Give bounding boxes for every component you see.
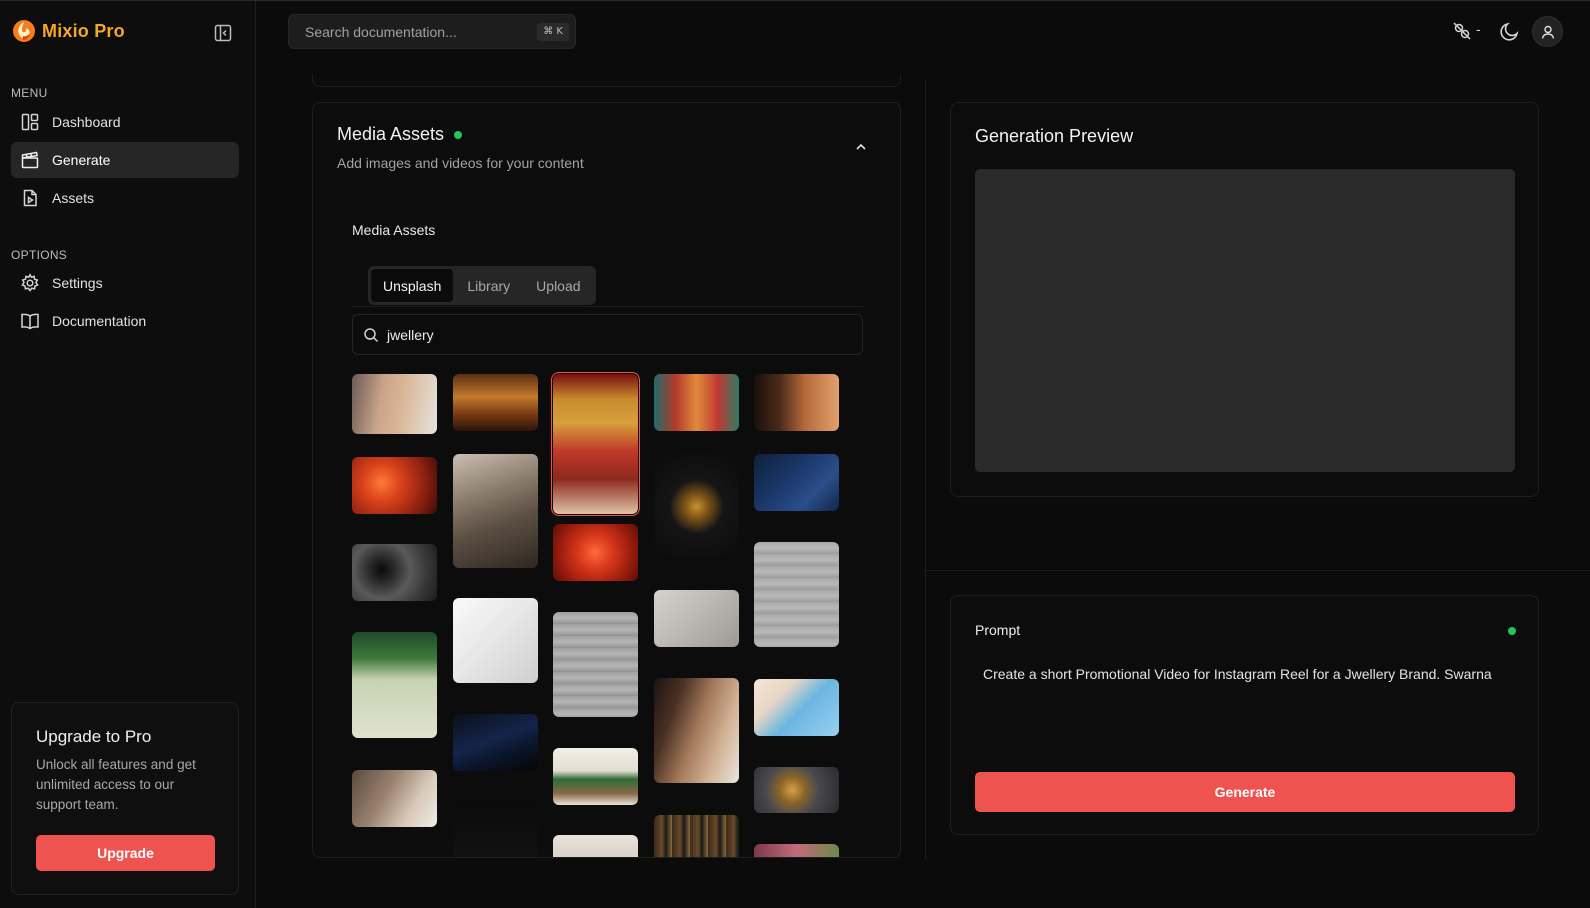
image-thumbnail-ring-on-wood-leaf[interactable] [553,748,638,805]
user-avatar-button[interactable] [1532,16,1563,47]
tab-unsplash[interactable]: Unsplash [371,269,454,302]
media-assets-subtitle: Add images and videos for your content [337,155,584,171]
status-dot [454,130,463,139]
image-thumbnail-black-ring[interactable] [352,544,437,601]
user-icon [1541,25,1554,39]
connection-status-icon[interactable] [1451,20,1473,42]
prompt-textarea[interactable]: Create a short Promotional Video for Ins… [983,666,1492,682]
sidebar-item-generate[interactable]: Generate [11,142,239,178]
upgrade-description: Unlock all features and get unlimited ac… [36,757,196,812]
image-thumbnail-gold-pendant-grey[interactable] [754,542,839,647]
sidebar-item-label: Generate [52,152,111,168]
flame-logo-icon [13,20,35,42]
sidebar: Mixio Pro MENU Dashboard Generate Assets… [0,1,256,908]
generation-preview-card: Generation Preview [950,102,1539,497]
media-assets-title-text: Media Assets [337,124,445,144]
options-section-title: OPTIONS [11,248,68,262]
previous-card-edge [312,74,901,87]
dashboard-icon [21,113,39,131]
upgrade-card: Upgrade to Pro Unlock all features and g… [11,702,239,895]
column-divider [925,79,926,859]
image-thumbnail-woman-green-earring[interactable] [654,678,739,783]
prompt-card: Prompt Create a short Promotional Video … [950,595,1539,835]
image-thumbnail-dark-image[interactable] [453,803,538,857]
image-thumbnail-ring-on-red-silk[interactable] [352,457,437,514]
media-assets-section-label: Media Assets [352,222,436,238]
image-thumbnail-pink-image[interactable] [754,844,839,857]
connection-status-text: - [1476,21,1481,37]
sidebar-item-dashboard[interactable]: Dashboard [11,104,239,140]
image-thumbnail-jewellery-shop-interior[interactable] [453,374,538,431]
image-thumbnail-ring-on-red-fabric[interactable] [553,524,638,581]
sidebar-item-assets[interactable]: Assets [11,180,239,216]
media-source-tabs: Unsplash Library Upload [368,266,596,305]
image-thumbnail-antique-shop[interactable] [453,454,538,568]
image-thumbnail-earrings-blue-stand[interactable] [453,714,538,771]
image-thumbnail-gold-ring-dark[interactable] [754,767,839,813]
sidebar-collapse-icon[interactable] [213,23,233,43]
image-thumbnail-earrings-blue-card[interactable] [754,454,839,511]
sidebar-item-documentation[interactable]: Documentation [11,303,239,339]
image-thumbnail-bride-gold-necklace[interactable] [551,372,640,516]
image-thumbnail-bride-profile[interactable] [754,374,839,431]
book-icon [21,313,39,330]
menu-section-title: MENU [11,86,48,100]
search-input[interactable]: Search documentation... ⌘ K [288,14,576,49]
brand[interactable]: Mixio Pro [12,19,125,43]
image-thumbnail-gold-earrings-dark[interactable] [654,454,739,559]
image-thumbnail-gold-chain-stone[interactable] [553,612,638,717]
image-search-input[interactable]: jwellery [352,314,863,355]
sidebar-item-label: Settings [52,275,103,291]
panel-divider [926,570,1590,571]
search-placeholder: Search documentation... [305,23,457,40]
prompt-status-dot [1508,627,1516,635]
image-thumbnail-ring-blue-tube[interactable] [754,679,839,736]
search-icon [364,327,379,342]
gear-icon [21,273,39,292]
upgrade-button[interactable]: Upgrade [36,835,215,871]
file-play-icon [23,189,37,207]
image-search-value: jwellery [387,326,434,343]
upgrade-title: Upgrade to Pro [36,727,152,746]
image-thumbnail-ring-white-box[interactable] [453,598,538,683]
sidebar-item-settings[interactable]: Settings [11,265,239,301]
sidebar-item-label: Assets [52,190,95,206]
image-thumbnail-hand-with-ring[interactable] [352,770,437,827]
media-assets-card: Media Assets Add images and videos for y… [312,102,901,858]
tab-divider [352,306,863,307]
sidebar-item-label: Documentation [52,313,147,329]
clapperboard-icon [21,151,39,169]
image-thumbnail-necklace-on-leaf[interactable] [352,632,437,738]
image-thumbnail-bangles-market[interactable] [654,374,739,431]
generation-preview-title: Generation Preview [975,126,1134,146]
image-thumbnail-gold-chain-grey[interactable] [654,590,739,647]
image-thumbnail-woman-with-earrings[interactable] [352,374,437,434]
tab-upload[interactable]: Upload [524,269,592,302]
prompt-label: Prompt [975,622,1021,638]
image-thumbnail-shelf-display[interactable] [654,815,739,857]
tab-library[interactable]: Library [455,269,522,302]
media-assets-title: Media Assets [337,124,463,145]
sidebar-item-label: Dashboard [52,114,121,130]
shortcut-badge: ⌘ K [537,23,569,41]
generate-button[interactable]: Generate [975,772,1515,812]
chevron-up-icon[interactable] [853,139,869,155]
preview-area [975,169,1515,472]
app-name: Mixio Pro [42,20,125,41]
app-root: Mixio Pro MENU Dashboard Generate Assets… [0,0,1590,908]
moon-icon[interactable] [1499,20,1521,42]
image-thumbnail-light-image[interactable] [553,835,638,857]
